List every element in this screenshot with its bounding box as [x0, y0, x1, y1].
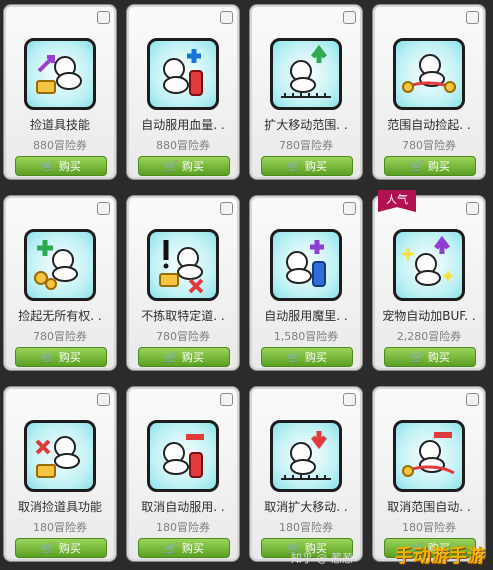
shop-card[interactable]: 自动服用魔里. . 1,580冒险券 🛒 购买 — [249, 195, 363, 371]
shop-card[interactable]: 取消自动服用. . 180冒险券 🛒 购买 — [126, 386, 240, 562]
cart-icon: 🛒 — [164, 160, 178, 173]
buy-button[interactable]: 🛒 购买 — [261, 156, 353, 176]
item-price: 180冒险券 — [156, 521, 210, 534]
select-checkbox[interactable] — [97, 202, 110, 215]
cart-icon: 🛒 — [410, 351, 424, 364]
item-name: 范围自动捡起. . — [387, 118, 471, 132]
item-price: 880冒险券 — [33, 139, 87, 152]
item-name: 捡道具技能 — [29, 118, 90, 132]
select-checkbox[interactable] — [220, 393, 233, 406]
select-checkbox[interactable] — [97, 11, 110, 24]
buy-button[interactable]: 🛒 购买 — [384, 156, 476, 176]
shop-card[interactable]: 自动服用血量. . 880冒险券 🛒 购买 — [126, 4, 240, 180]
pet-auto-pickup-range-icon — [393, 38, 465, 110]
buy-label: 购买 — [58, 160, 81, 173]
select-checkbox[interactable] — [97, 393, 110, 406]
buy-button[interactable]: 🛒 购买 — [138, 156, 230, 176]
buy-button[interactable]: 🛒 购买 — [384, 347, 476, 367]
pet-range-expand-icon — [270, 38, 342, 110]
cart-icon: 🛒 — [287, 160, 301, 173]
shop-card[interactable]: 人气 宠物自动加BUF. . 2,280冒险券 🛒 购买 — [372, 190, 486, 371]
item-name: 捡起无所有权. . — [18, 309, 102, 323]
buy-label: 购买 — [181, 351, 204, 364]
select-checkbox[interactable] — [343, 11, 356, 24]
shop-card[interactable]: 取消范围自动. . 180冒险券 🛒 购买 — [372, 386, 486, 562]
item-name: 自动服用血量. . — [141, 118, 225, 132]
item-name: 取消范围自动. . — [387, 500, 471, 514]
buy-label: 购买 — [181, 542, 204, 555]
buy-label: 购买 — [58, 351, 81, 364]
buy-button[interactable]: 🛒 购买 — [261, 347, 353, 367]
item-name: 宠物自动加BUF. . — [382, 309, 476, 323]
shop-card[interactable]: 取消扩大移动. . 180冒险券 🛒 购买 — [249, 386, 363, 562]
shop-card[interactable]: 取消捡道具功能 180冒险券 🛒 购买 — [3, 386, 117, 562]
buy-label: 购买 — [58, 542, 81, 555]
cart-icon: 🛒 — [410, 160, 424, 173]
buy-button[interactable]: 🛒 购买 — [15, 347, 107, 367]
item-price: 780冒险券 — [279, 139, 333, 152]
buy-label: 购买 — [427, 351, 450, 364]
item-price: 780冒险券 — [156, 330, 210, 343]
item-price: 880冒险券 — [156, 139, 210, 152]
pet-pickup-unowned-icon — [24, 229, 96, 301]
buy-label: 购买 — [304, 351, 327, 364]
cart-icon: 🛒 — [164, 351, 178, 364]
buy-label: 购买 — [181, 160, 204, 173]
buy-button[interactable]: 🛒 购买 — [15, 156, 107, 176]
pet-pickup-item-icon — [24, 38, 96, 110]
cart-icon: 🛒 — [287, 351, 301, 364]
pet-cancel-pickup-icon — [24, 420, 96, 492]
item-price: 180冒险券 — [402, 521, 456, 534]
pet-cancel-auto-use-icon — [147, 420, 219, 492]
buy-button[interactable]: 🛒 购买 — [138, 538, 230, 558]
item-price: 2,280冒险券 — [396, 330, 462, 343]
select-checkbox[interactable] — [466, 202, 479, 215]
item-grid: 捡道具技能 880冒险券 🛒 购买 自动服用血量. . 880冒险券 🛒 购买 扩大… — [0, 0, 493, 570]
shop-card[interactable]: 捡道具技能 880冒险券 🛒 购买 — [3, 4, 117, 180]
select-checkbox[interactable] — [466, 11, 479, 24]
buy-label: 购买 — [304, 160, 327, 173]
pet-auto-mp-icon — [270, 229, 342, 301]
source-watermark: 知乎 @ 葱葱 — [291, 552, 353, 565]
item-name: 取消捡道具功能 — [17, 500, 102, 514]
pet-cancel-range-icon — [270, 420, 342, 492]
popular-badge: 人气 — [378, 190, 416, 212]
item-price: 180冒险券 — [279, 521, 333, 534]
pet-cancel-auto-pickup-icon — [393, 420, 465, 492]
shop-card[interactable]: 不拣取特定道. . 780冒险券 🛒 购买 — [126, 195, 240, 371]
select-checkbox[interactable] — [220, 11, 233, 24]
shop-card[interactable]: 范围自动捡起. . 780冒险券 🛒 购买 — [372, 4, 486, 180]
select-checkbox[interactable] — [220, 202, 233, 215]
pet-auto-buff-icon — [393, 229, 465, 301]
buy-label: 购买 — [427, 160, 450, 173]
cart-icon: 🛒 — [41, 542, 55, 555]
select-checkbox[interactable] — [343, 393, 356, 406]
item-name: 自动服用魔里. . — [264, 309, 348, 323]
item-name: 不拣取特定道. . — [141, 309, 225, 323]
item-name: 取消扩大移动. . — [264, 500, 348, 514]
site-watermark: 手动游手游 — [395, 546, 485, 567]
select-checkbox[interactable] — [466, 393, 479, 406]
pet-ignore-item-icon — [147, 229, 219, 301]
item-price: 780冒险券 — [402, 139, 456, 152]
buy-button[interactable]: 🛒 购买 — [138, 347, 230, 367]
shop-card[interactable]: 扩大移动范围. . 780冒险券 🛒 购买 — [249, 4, 363, 180]
select-checkbox[interactable] — [343, 202, 356, 215]
buy-button[interactable]: 🛒 购买 — [15, 538, 107, 558]
shop-card[interactable]: 捡起无所有权. . 780冒险券 🛒 购买 — [3, 195, 117, 371]
item-price: 180冒险券 — [33, 521, 87, 534]
pet-auto-hp-icon — [147, 38, 219, 110]
item-name: 取消自动服用. . — [141, 500, 225, 514]
cart-icon: 🛒 — [41, 160, 55, 173]
item-price: 780冒险券 — [33, 330, 87, 343]
cart-icon: 🛒 — [41, 351, 55, 364]
item-price: 1,580冒险券 — [273, 330, 339, 343]
item-name: 扩大移动范围. . — [264, 118, 348, 132]
cart-icon: 🛒 — [164, 542, 178, 555]
